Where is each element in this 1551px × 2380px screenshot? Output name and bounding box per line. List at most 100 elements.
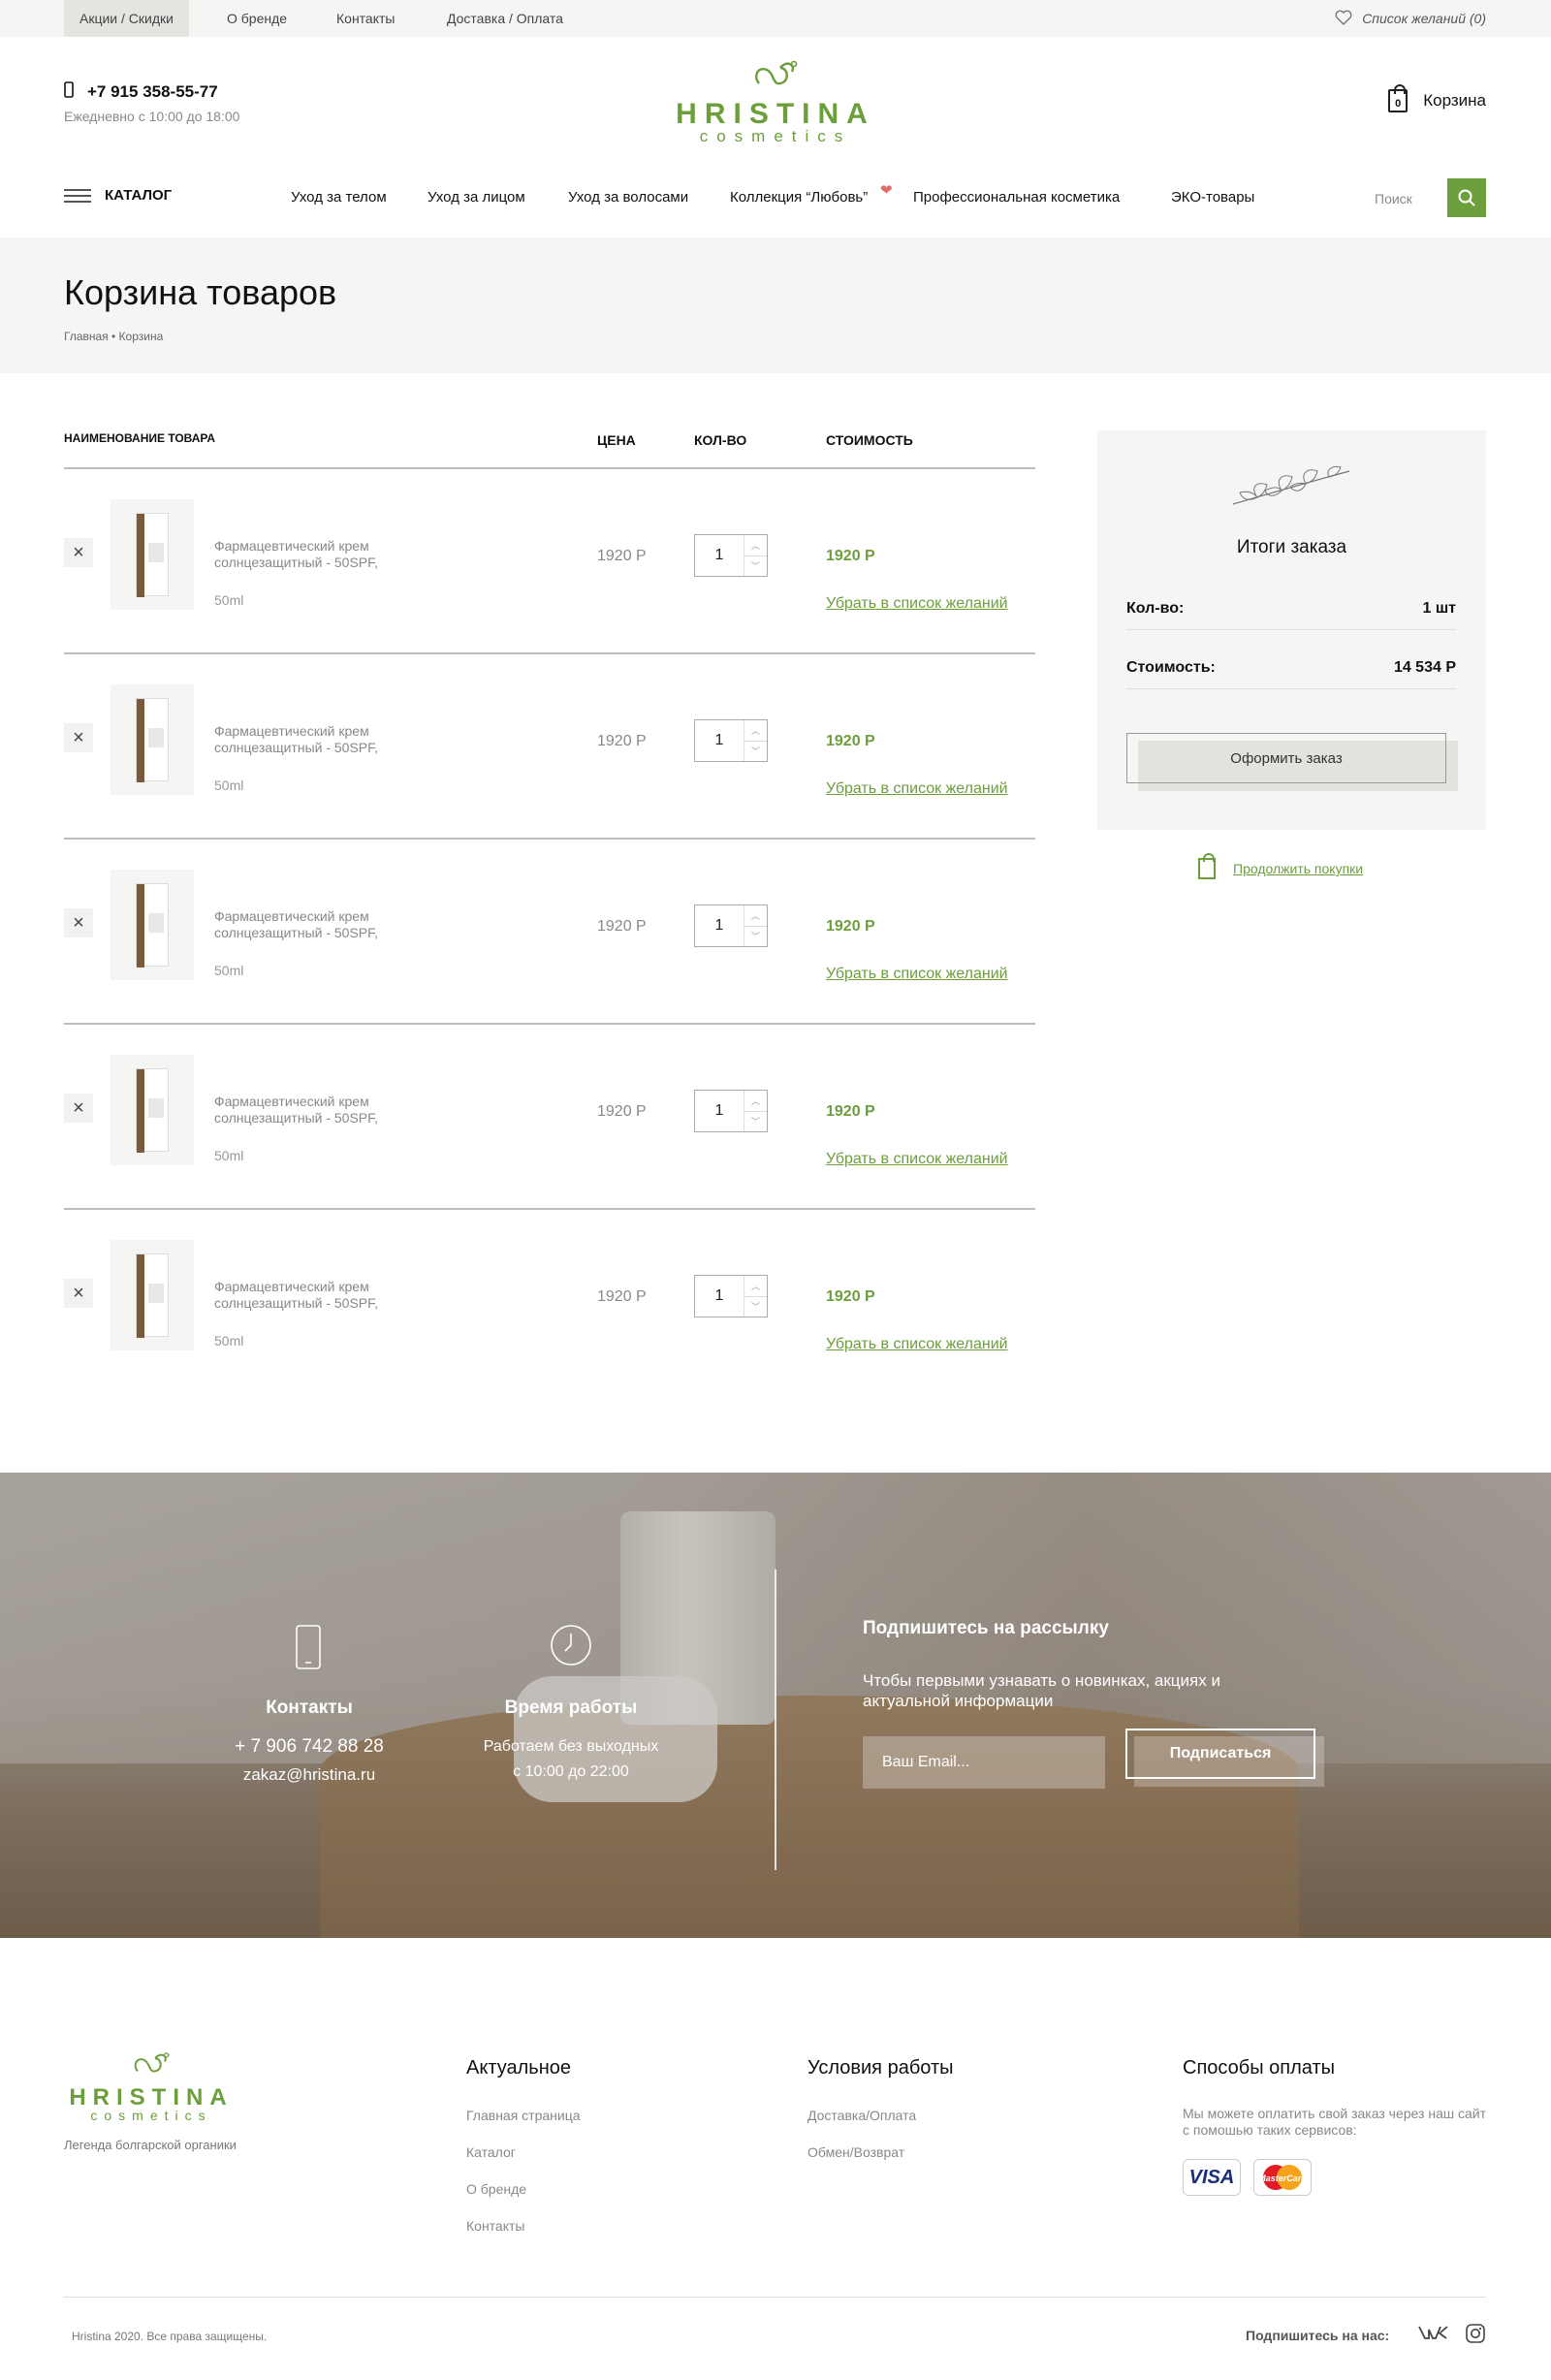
- nav-item-professional[interactable]: Профессиональная косметика: [913, 189, 1120, 206]
- footer-link-contacts[interactable]: Контакты: [466, 2218, 524, 2234]
- remove-item-button[interactable]: ×: [64, 908, 93, 937]
- contacts-email[interactable]: zakaz@hristina.ru: [212, 1765, 406, 1785]
- chevron-up-icon[interactable]: ︿: [744, 720, 767, 742]
- visa-label: VISA: [1188, 2166, 1235, 2188]
- topbar-link-brand[interactable]: О бренде: [227, 0, 287, 37]
- quantity-value[interactable]: 1: [695, 720, 744, 761]
- product-volume: 50ml: [214, 963, 244, 978]
- product-name[interactable]: Фармацевтический крем солнцезащитный - 5…: [214, 538, 427, 571]
- remove-item-button[interactable]: ×: [64, 1279, 93, 1308]
- footer-link-home[interactable]: Главная страница: [466, 2108, 581, 2123]
- quantity-stepper[interactable]: 1 ︿ ﹀: [694, 1275, 768, 1317]
- footer-link-catalog[interactable]: Каталог: [466, 2144, 516, 2160]
- remove-item-button[interactable]: ×: [64, 723, 93, 752]
- vk-icon[interactable]: [1417, 2324, 1450, 2346]
- product-cost: 1920 Р: [826, 548, 875, 564]
- catalog-menu-button[interactable]: КАТАЛОГ: [64, 187, 172, 204]
- quantity-stepper[interactable]: 1 ︿ ﹀: [694, 534, 768, 577]
- continue-shopping-link[interactable]: Продолжить покупки: [1198, 853, 1364, 879]
- checkout-button[interactable]: Оформить заказ: [1126, 733, 1446, 783]
- move-to-wishlist-link[interactable]: Убрать в список желаний: [826, 1336, 1008, 1353]
- leaf-branch-icon: [1232, 466, 1350, 505]
- chevron-down-icon[interactable]: ﹀: [744, 1112, 767, 1132]
- move-to-wishlist-link[interactable]: Убрать в список желаний: [826, 1151, 1008, 1168]
- product-volume: 50ml: [214, 777, 244, 793]
- nav-item-body[interactable]: Уход за телом: [291, 189, 387, 206]
- move-to-wishlist-link[interactable]: Убрать в список желаний: [826, 595, 1008, 613]
- quantity-stepper[interactable]: 1 ︿ ﹀: [694, 904, 768, 947]
- product-price: 1920 Р: [597, 733, 647, 749]
- divider: [64, 838, 1035, 840]
- topbar-link-contacts[interactable]: Контакты: [336, 0, 395, 37]
- nav-item-hair[interactable]: Уход за волосами: [568, 189, 688, 206]
- product-name[interactable]: Фармацевтический крем солнцезащитный - 5…: [214, 1279, 427, 1312]
- product-image[interactable]: [111, 684, 194, 795]
- product-image[interactable]: [111, 1055, 194, 1165]
- instagram-icon[interactable]: [1466, 2324, 1485, 2348]
- chevron-down-icon[interactable]: ﹀: [744, 556, 767, 577]
- footer-link-brand[interactable]: О бренде: [466, 2181, 526, 2197]
- header-cart[interactable]: 0 Корзина: [1388, 84, 1486, 112]
- contacts-title: Контакты: [266, 1698, 353, 1718]
- site-logo[interactable]: HRISTINA cosmetics: [669, 58, 882, 146]
- divider: [64, 1208, 1035, 1210]
- email-field[interactable]: [863, 1736, 1105, 1789]
- topbar-link-sales[interactable]: Акции / Скидки: [64, 0, 189, 37]
- visa-icon: VISA: [1183, 2159, 1241, 2196]
- col-header-cost: СТОИМОСТЬ: [826, 432, 913, 448]
- move-to-wishlist-link[interactable]: Убрать в список желаний: [826, 966, 1008, 983]
- footer-logo[interactable]: HRISTINA cosmetics: [64, 2050, 238, 2123]
- search-input[interactable]: Поиск: [1375, 191, 1412, 206]
- remove-item-button[interactable]: ×: [64, 1094, 93, 1123]
- remove-item-button[interactable]: ×: [64, 538, 93, 567]
- footer-tagline: Легенда болгарской органики: [64, 2138, 237, 2152]
- continue-shopping-label: Продолжить покупки: [1233, 861, 1364, 876]
- header-phone[interactable]: +7 915 358-55-77: [87, 82, 218, 102]
- chevron-down-icon[interactable]: ﹀: [744, 927, 767, 947]
- search-button[interactable]: [1447, 178, 1486, 217]
- product-name[interactable]: Фармацевтический крем солнцезащитный - 5…: [214, 723, 427, 756]
- cart-row: × Фармацевтический крем солнцезащитный -…: [64, 1240, 1035, 1424]
- chevron-down-icon[interactable]: ﹀: [744, 742, 767, 762]
- quantity-value[interactable]: 1: [695, 535, 744, 576]
- wishlist-link[interactable]: Список желаний (0): [1335, 0, 1486, 37]
- quantity-value[interactable]: 1: [695, 1276, 744, 1317]
- quantity-stepper[interactable]: 1 ︿ ﹀: [694, 1090, 768, 1132]
- cart-icon: 0: [1388, 84, 1409, 112]
- quantity-stepper[interactable]: 1 ︿ ﹀: [694, 719, 768, 762]
- product-price: 1920 Р: [597, 918, 647, 935]
- product-image[interactable]: [111, 870, 194, 980]
- quantity-value[interactable]: 1: [695, 1091, 744, 1131]
- product-image[interactable]: [111, 499, 194, 610]
- payment-description: Мы можете оплатить свой заказ через наш …: [1183, 2106, 1486, 2138]
- product-price: 1920 Р: [597, 1288, 647, 1305]
- chevron-down-icon[interactable]: ﹀: [744, 1297, 767, 1317]
- chevron-up-icon[interactable]: ︿: [744, 905, 767, 927]
- footer-link-returns[interactable]: Обмен/Возврат: [807, 2144, 904, 2160]
- chevron-up-icon[interactable]: ︿: [744, 535, 767, 556]
- quantity-value[interactable]: 1: [695, 905, 744, 946]
- close-icon: ×: [73, 911, 84, 934]
- product-volume: 50ml: [214, 1148, 244, 1163]
- footer-link-delivery[interactable]: Доставка/Оплата: [807, 2108, 916, 2123]
- phone-icon: [64, 81, 74, 103]
- product-image[interactable]: [111, 1240, 194, 1350]
- contacts-phone[interactable]: + 7 906 742 88 28: [212, 1736, 406, 1758]
- move-to-wishlist-link[interactable]: Убрать в список желаний: [826, 780, 1008, 798]
- topbar-link-delivery[interactable]: Доставка / Оплата: [447, 0, 563, 37]
- close-icon: ×: [73, 1282, 84, 1304]
- chevron-up-icon[interactable]: ︿: [744, 1091, 767, 1112]
- summary-qty-label: Кол-во:: [1126, 600, 1185, 617]
- breadcrumb[interactable]: Главная • Корзина: [64, 330, 163, 343]
- chevron-up-icon[interactable]: ︿: [744, 1276, 767, 1297]
- product-name[interactable]: Фармацевтический крем солнцезащитный - 5…: [214, 1094, 427, 1127]
- product-volume: 50ml: [214, 1333, 244, 1349]
- nav-item-face[interactable]: Уход за лицом: [427, 189, 525, 206]
- subscribe-button[interactable]: Подписаться: [1125, 1729, 1315, 1779]
- nav-item-love-collection[interactable]: Коллекция “Любовь”: [730, 189, 868, 206]
- nav-item-eco[interactable]: ЭКО-товары: [1171, 189, 1254, 206]
- logo-emblem-icon: [134, 2052, 170, 2073]
- menu-icon: [64, 188, 91, 203]
- col-header-name: НАИМЕНОВАНИЕ ТОВАРА: [64, 431, 216, 445]
- product-name[interactable]: Фармацевтический крем солнцезащитный - 5…: [214, 908, 427, 941]
